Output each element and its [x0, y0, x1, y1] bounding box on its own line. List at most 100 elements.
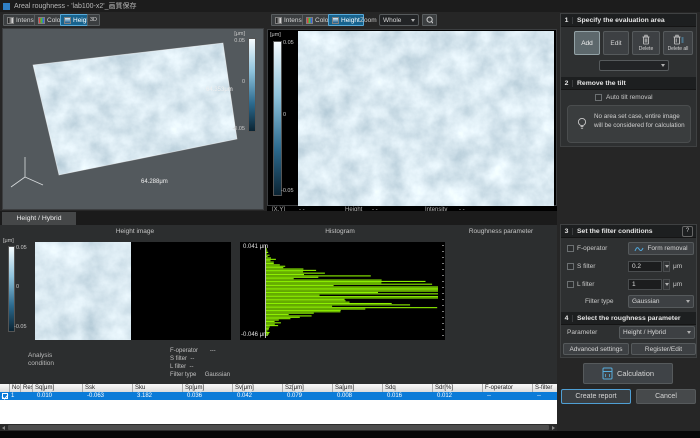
l-filter-unit: μm: [673, 281, 682, 288]
form-removal-button[interactable]: Form removal: [628, 242, 694, 255]
section2-header: 2 Remove the tilt: [561, 77, 696, 90]
roughness-title: Roughness parameter: [440, 228, 562, 235]
view-3d-button[interactable]: 3D: [87, 14, 100, 26]
add-area-button[interactable]: Add: [574, 31, 600, 55]
table-header: No. Result Sq[μm] Ssk Sku Sp[μm] Sv[μm] …: [0, 384, 557, 392]
color-icon: [38, 17, 45, 24]
chevron-down-icon: [665, 265, 669, 268]
zoom-label: Zoom: [360, 17, 377, 24]
calculation-button[interactable]: Calculation: [583, 363, 673, 384]
chevron-down-icon: [686, 300, 690, 303]
height-button-2d[interactable]: Height: [328, 14, 364, 26]
scroll-right-button[interactable]: [550, 424, 557, 431]
delete-area-button[interactable]: Delete: [632, 31, 660, 55]
l-filter-input[interactable]: 1: [628, 279, 662, 290]
height-image-title: Height image: [60, 228, 210, 235]
colorbar2d: [273, 41, 282, 196]
scroll-left-button[interactable]: [0, 424, 7, 431]
l-filter-checkbox[interactable]: [567, 281, 574, 288]
auto-tilt-checkbox[interactable]: [595, 94, 602, 101]
height-image-thumb: [35, 242, 131, 340]
mini-colorbar-mid: 0: [16, 284, 19, 290]
trash-icon: [641, 34, 651, 45]
parameter-select[interactable]: Height / Hybrid: [619, 326, 695, 339]
row-checkbox[interactable]: [2, 393, 8, 399]
calculator-icon: [602, 367, 613, 380]
histogram-plot: [265, 245, 445, 338]
section4-header: 4 Select the roughness parameter: [561, 312, 696, 325]
colorbar3d-max: 0.05: [227, 38, 245, 44]
filter-type-label: Filter type: [585, 298, 614, 305]
lightbulb-icon: [576, 117, 588, 132]
section1-header: 1 Specify the evaluation area: [561, 14, 696, 27]
intensity-icon: [275, 17, 282, 24]
s-filter-unit: μm: [673, 263, 682, 270]
surface-dim-right: 64.353μm: [206, 87, 233, 93]
mini-colorbar-min: -0.05: [14, 324, 27, 330]
surface-dim-bottom: 64.288μm: [141, 179, 168, 185]
height-icon: [332, 17, 339, 24]
edit-area-button[interactable]: Edit: [603, 31, 629, 55]
height-map-image: [298, 31, 554, 206]
3d-view-canvas[interactable]: 64.353μm 64.288μm [μm] 0.05 0 -0.05: [2, 28, 264, 210]
form-removal-icon: [634, 245, 644, 253]
horizontal-scrollbar[interactable]: [0, 424, 557, 431]
section4-title: Select the roughness parameter: [573, 315, 681, 322]
mini-colorbar-max: 0.05: [16, 245, 27, 251]
height-icon: [64, 17, 71, 24]
hint-box: No area set case, entire image will be c…: [567, 105, 691, 143]
hint-text: No area set case, entire image will be c…: [594, 113, 686, 131]
colorbar3d-unit: [μm]: [227, 31, 245, 37]
scrollbar-thumb[interactable]: [8, 425, 549, 430]
area-select[interactable]: [599, 60, 669, 71]
register-edit-button[interactable]: Register/Edit: [631, 343, 696, 355]
colorbar3d-min: -0.05: [225, 126, 245, 132]
filter-type-select[interactable]: Gaussian: [628, 295, 694, 308]
table-row[interactable]: 1 0.010 -0.063 3.182 0.036 0.042 0.079 0…: [0, 392, 557, 400]
colorbar2d-mid: 0: [283, 112, 286, 118]
l-filter-spinner[interactable]: [663, 279, 670, 290]
analysis-row-value: Gaussian: [205, 372, 230, 378]
chevron-down-icon: [665, 283, 669, 286]
zoom-select[interactable]: Whole: [379, 14, 419, 26]
analysis-row-name: F-operator: [170, 348, 198, 354]
title-bar: Areal roughness - 'lab100-x2'_画質保存: [0, 0, 700, 12]
row-no: 1: [10, 392, 21, 400]
colorbar2d-min: -0.05: [281, 188, 294, 194]
card-steps-3-4: 3 Set the filter conditions ? F-operator…: [560, 224, 697, 358]
chevron-down-icon: [411, 19, 415, 22]
magnifier-icon: [426, 16, 433, 25]
cancel-button[interactable]: Cancel: [636, 389, 696, 404]
app-icon: [3, 3, 10, 10]
window-bottom-edge: [0, 431, 700, 438]
section3-header: 3 Set the filter conditions ?: [561, 225, 696, 238]
height-image-canvas[interactable]: [35, 242, 231, 340]
arrow-left-icon: [2, 426, 5, 430]
app-window: Areal roughness - 'lab100-x2'_画質保存 Inten…: [0, 0, 700, 438]
tab-height-hybrid[interactable]: Height / Hybrid: [2, 212, 76, 225]
colorbar3d-mid: 0: [237, 79, 245, 85]
3d-icon: 3D: [90, 17, 97, 23]
analysis-row-value: --: [190, 356, 194, 362]
help-button[interactable]: ?: [682, 226, 693, 237]
intensity-icon: [7, 17, 14, 24]
f-operator-checkbox[interactable]: [567, 245, 574, 252]
2d-view-canvas[interactable]: [μm] 0.05 0 -0.05: [267, 29, 557, 206]
s-filter-spinner[interactable]: [663, 261, 670, 272]
s-filter-checkbox[interactable]: [567, 263, 574, 270]
mini-colorbar-unit: [μm]: [3, 238, 14, 244]
advanced-settings-button[interactable]: Advanced settings: [563, 343, 629, 355]
section3-title: Set the filter conditions: [573, 228, 682, 235]
histogram-canvas[interactable]: 0.041 μm -0.046 μm: [240, 242, 445, 340]
s-filter-label: S filter: [577, 263, 595, 270]
delete-all-areas-button[interactable]: Delete all: [663, 31, 693, 55]
create-report-button[interactable]: Create report: [561, 389, 631, 404]
s-filter-input[interactable]: 0.2: [628, 261, 662, 272]
section1-title: Specify the evaluation area: [573, 17, 665, 24]
analysis-condition-label: Analysis condition: [28, 352, 70, 369]
card-steps-1-2: 1 Specify the evaluation area Add Edit D…: [560, 13, 697, 147]
table-empty-area: [0, 400, 557, 424]
trash-all-icon: [672, 34, 684, 45]
f-operator-label: F-operator: [577, 245, 607, 252]
magnifier-button[interactable]: [422, 14, 437, 26]
